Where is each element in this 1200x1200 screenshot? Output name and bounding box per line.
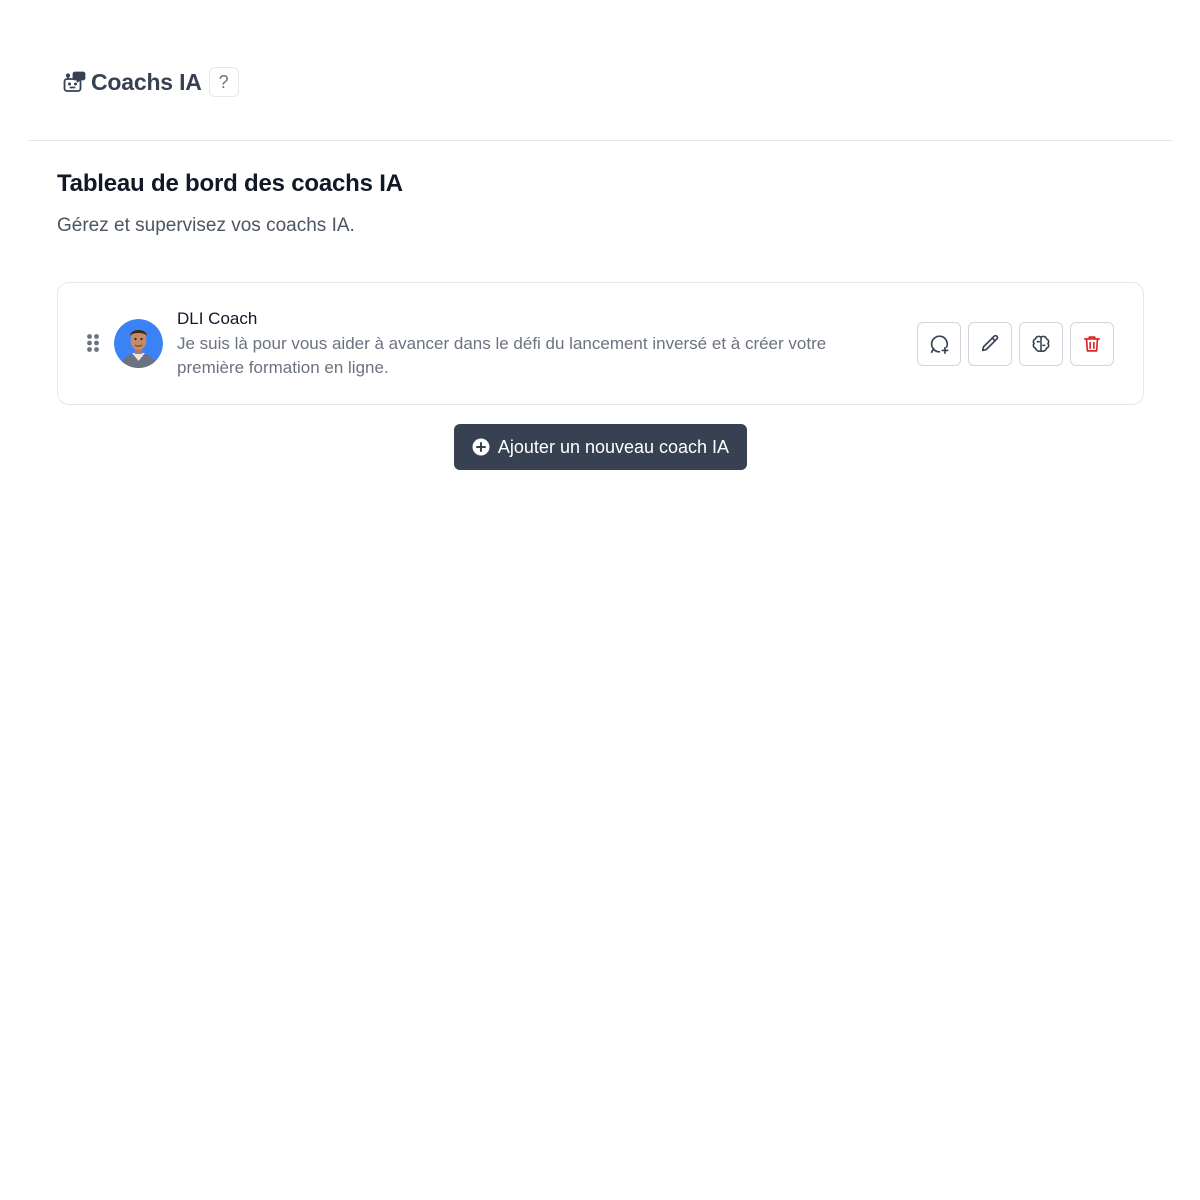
top-header: Coachs IA ?	[28, 0, 1173, 141]
brand: Coachs IA ?	[62, 66, 239, 98]
new-chat-button[interactable]	[917, 322, 961, 366]
chat-plus-icon	[930, 335, 949, 354]
delete-button[interactable]	[1070, 322, 1114, 366]
coach-card: DLI Coach Je suis là pour vous aider à a…	[57, 282, 1144, 405]
pencil-icon	[981, 334, 999, 352]
add-coach-button[interactable]: Ajouter un nouveau coach IA	[454, 424, 747, 470]
knowledge-button[interactable]	[1019, 322, 1063, 366]
plus-circle-icon	[472, 438, 490, 456]
page-title: Tableau de bord des coachs IA	[57, 170, 403, 197]
app-title: Coachs IA	[91, 68, 202, 95]
avatar	[114, 319, 163, 368]
trash-icon	[1083, 336, 1101, 352]
add-coach-label: Ajouter un nouveau coach IA	[497, 436, 730, 457]
coach-description: Je suis là pour vous aider à avancer dan…	[177, 334, 827, 377]
coach-name[interactable]: DLI Coach	[177, 309, 257, 329]
edit-button[interactable]	[968, 322, 1012, 366]
drag-handle-icon[interactable]	[86, 333, 100, 353]
robot-chat-icon	[62, 70, 86, 94]
app: Coachs IA ? Tableau de bord des coachs I…	[0, 0, 1200, 1200]
help-button[interactable]: ?	[208, 67, 239, 97]
coach-actions	[917, 322, 1114, 366]
brain-icon	[1032, 335, 1050, 352]
page-subtitle: Gérez et supervisez vos coachs IA.	[57, 215, 355, 236]
